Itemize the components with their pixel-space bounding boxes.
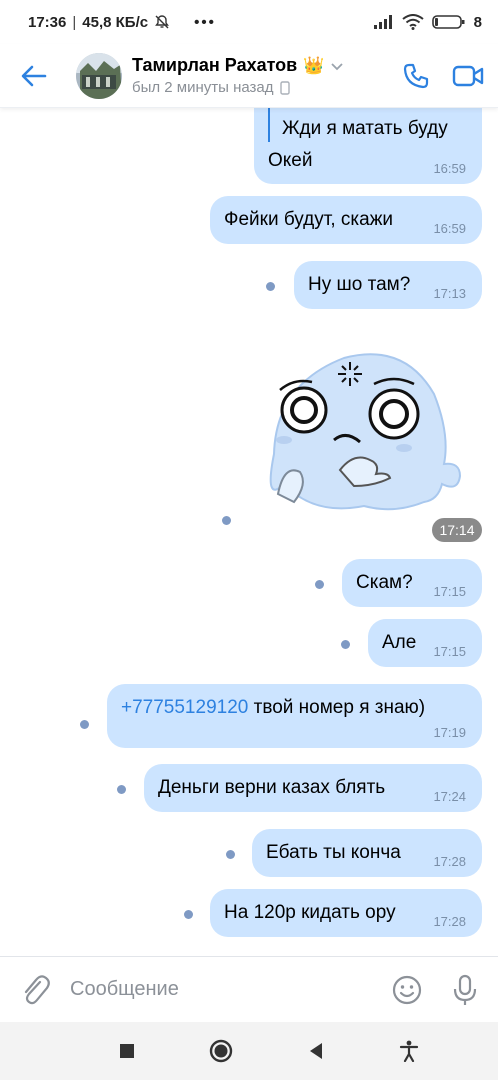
accessibility-icon[interactable] (399, 1040, 419, 1062)
bell-muted-icon (155, 15, 169, 29)
unread-indicator (266, 282, 275, 291)
message-text: Ебать ты конча (266, 842, 401, 863)
unread-indicator (226, 850, 235, 859)
status-speed: 45,8 КБ/с (82, 13, 149, 31)
mobile-icon (279, 80, 290, 95)
message-time: 17:13 (433, 286, 466, 301)
message-time: 17:15 (433, 584, 466, 599)
status-separator: | (72, 13, 77, 31)
avatar[interactable] (76, 52, 122, 99)
contact-name: Тамирлан Рахатов (132, 55, 298, 75)
message-bubble[interactable]: +77755129120 твой номер я знаю) 17:19 (107, 684, 482, 748)
message-input[interactable]: Сообщение (70, 978, 179, 1001)
message-text: +77755129120 твой номер я знаю) (121, 697, 425, 719)
sticker-time: 17:14 (432, 518, 482, 542)
message-bubble[interactable]: Скам? 17:15 (342, 559, 482, 607)
message-text: Ну шо там? (308, 274, 411, 295)
wifi-icon (402, 14, 424, 30)
message-time: 16:59 (433, 221, 466, 236)
message-time: 17:28 (433, 914, 466, 929)
emoji-icon[interactable] (392, 975, 422, 1005)
message-bubble[interactable]: На 120р кидать ору 17:28 (210, 889, 482, 937)
chat-header: Тамирлан Рахатов 👑 был 2 минуты назад (0, 44, 498, 108)
contact-status: был 2 минуты назад (132, 79, 274, 96)
reply-quote-text: Жди я матать буду (282, 118, 448, 139)
microphone-icon[interactable] (452, 974, 478, 1006)
message-text: Фейки будут, скажи (224, 209, 394, 230)
signal-icon (373, 15, 392, 29)
message-bubble[interactable]: Ну шо там? 17:13 (294, 261, 482, 309)
battery-level: 8 (473, 13, 482, 31)
phone-link[interactable]: +77755129120 (121, 697, 248, 718)
message-text: На 120р кидать ору (224, 902, 396, 923)
arrow-left-icon (21, 65, 47, 86)
status-time: 17:36 (28, 13, 67, 31)
message-text: Деньги верни казах блять (158, 777, 386, 798)
recent-apps-button[interactable] (119, 1043, 135, 1059)
message-bubble[interactable]: Фейки будут, скажи 16:59 (210, 196, 482, 244)
system-navigation-bar (0, 1022, 498, 1080)
chevron-down-icon[interactable] (330, 59, 344, 73)
battery-icon (431, 15, 465, 29)
message-time: 17:19 (433, 725, 466, 740)
paperclip-icon[interactable] (20, 973, 50, 1007)
unread-indicator (315, 580, 324, 589)
video-call-button[interactable] (452, 64, 484, 88)
home-button[interactable] (209, 1039, 233, 1063)
unread-indicator (80, 720, 89, 729)
unread-indicator (117, 785, 126, 794)
message-text: Але (382, 632, 417, 653)
reply-quote-bar (268, 108, 270, 142)
unread-indicator (184, 910, 193, 919)
message-composer: Сообщение (0, 956, 498, 1022)
message-time: 17:15 (433, 644, 466, 659)
status-more-dots: ••• (194, 13, 216, 31)
crown-icon: 👑 (303, 55, 325, 75)
phone-call-button[interactable] (402, 62, 430, 90)
message-text-rest: твой номер я знаю) (248, 697, 426, 718)
unread-indicator (341, 640, 350, 649)
unread-indicator (222, 516, 231, 525)
status-bar: 17:36 | 45,8 КБ/с ••• 8 (0, 0, 498, 44)
message-time: 17:24 (433, 789, 466, 804)
message-text: Скам? (356, 572, 413, 593)
contact-info[interactable]: Тамирлан Рахатов 👑 был 2 минуты назад (132, 55, 344, 96)
message-bubble[interactable]: Жди я матать буду Окей 16:59 (254, 108, 482, 184)
message-bubble[interactable]: Але 17:15 (368, 619, 482, 667)
message-time: 17:28 (433, 854, 466, 869)
message-list[interactable]: Жди я матать буду Окей 16:59 Фейки будут… (0, 108, 498, 956)
back-button[interactable] (0, 44, 68, 108)
ghost-sticker[interactable] (254, 344, 466, 524)
message-time: 16:59 (433, 161, 466, 176)
message-bubble[interactable]: Деньги верни казах блять 17:24 (144, 764, 482, 812)
back-nav-button[interactable] (307, 1042, 325, 1060)
message-bubble[interactable]: Ебать ты конча 17:28 (252, 829, 482, 877)
message-text: Окей (268, 150, 313, 171)
